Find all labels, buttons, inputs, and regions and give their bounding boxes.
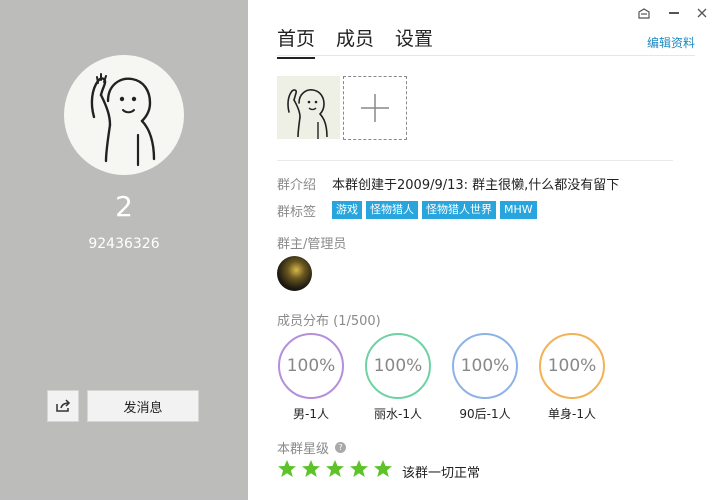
- share-icon: [56, 399, 71, 412]
- tag-item[interactable]: 怪物猎人: [366, 201, 418, 219]
- distribution-label-gender: 男-1人: [293, 407, 329, 421]
- intro-label: 群介绍: [277, 178, 317, 193]
- distribution-label-age: 90后-1人: [459, 407, 511, 421]
- tag-item[interactable]: 游戏: [332, 201, 362, 219]
- tab-home[interactable]: 首页: [277, 24, 316, 59]
- tab-settings[interactable]: 设置: [395, 24, 433, 59]
- edit-profile-link[interactable]: 编辑资料: [647, 34, 695, 51]
- intro-text: 本群创建于2009/9/13: 群主很懒,什么都没有留下: [332, 178, 620, 193]
- tab-members[interactable]: 成员: [336, 24, 374, 59]
- add-photo-button[interactable]: [343, 76, 407, 140]
- profile-panel: 2 92436326 发消息: [0, 0, 248, 500]
- close-glyph: [697, 8, 707, 18]
- distribution-circle-region[interactable]: 100%: [365, 333, 431, 399]
- star-icon: [350, 460, 368, 477]
- doodle-photo-icon: [287, 89, 328, 139]
- star-icon: [302, 460, 320, 477]
- distribution-circle-status[interactable]: 100%: [539, 333, 605, 399]
- skin-glyph: [638, 7, 650, 19]
- tab-divider: [277, 55, 695, 56]
- rating-label: 本群星级: [277, 442, 330, 457]
- group-name: 2: [115, 190, 133, 223]
- help-icon[interactable]: ?: [335, 442, 347, 453]
- tag-list: 游戏 怪物猎人 怪物猎人世界 MHW: [332, 201, 537, 219]
- tab-bar: 首页 成员 设置: [277, 24, 433, 59]
- close-icon[interactable]: [692, 4, 707, 22]
- distribution-label: 成员分布 (1/500): [277, 314, 381, 329]
- group-id: 92436326: [88, 236, 160, 252]
- star-icon: [278, 460, 296, 477]
- rating-status: 该群一切正常: [402, 466, 481, 481]
- send-message-button[interactable]: 发消息: [87, 390, 199, 422]
- tags-label: 群标签: [277, 205, 317, 220]
- share-button[interactable]: [47, 390, 79, 422]
- skin-icon[interactable]: [634, 4, 654, 22]
- star-icon: [374, 460, 392, 477]
- group-photo[interactable]: [277, 76, 340, 139]
- minimize-icon[interactable]: [664, 4, 684, 22]
- section-divider: [277, 160, 673, 161]
- plus-icon: [361, 94, 389, 122]
- doodle-figure-icon: [90, 73, 156, 167]
- group-avatar[interactable]: [64, 55, 184, 175]
- minimize-glyph: [669, 12, 679, 14]
- distribution-label-status: 单身-1人: [548, 407, 596, 421]
- distribution-label-region: 丽水-1人: [374, 407, 422, 421]
- admins-label: 群主/管理员: [277, 237, 347, 252]
- rating-section-label: 本群星级 ?: [277, 438, 347, 457]
- star-rating: [277, 459, 393, 479]
- distribution-circle-gender[interactable]: 100%: [278, 333, 344, 399]
- tag-item[interactable]: 怪物猎人世界: [422, 201, 496, 219]
- star-icon: [326, 460, 344, 477]
- admin-avatar[interactable]: [277, 256, 312, 291]
- distribution-circle-age[interactable]: 100%: [452, 333, 518, 399]
- tag-item[interactable]: MHW: [500, 201, 537, 219]
